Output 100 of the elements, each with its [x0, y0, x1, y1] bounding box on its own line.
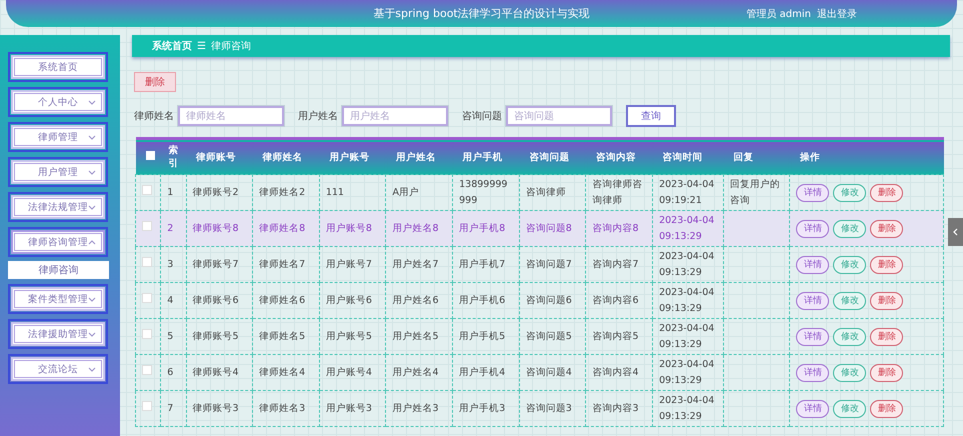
table-cell: 2023-04-04 09:13:29 — [659, 251, 714, 278]
detail-button[interactable]: 详情 — [796, 184, 830, 202]
sidebar-item[interactable]: 法律法规管理 — [11, 195, 105, 219]
input-field[interactable]: 律师姓名 — [178, 106, 284, 126]
table-cell: 2023-04-04 09:13:29 — [659, 323, 714, 350]
select-all-checkbox[interactable] — [146, 151, 154, 160]
table-cell: 1 — [167, 186, 174, 198]
logout-link[interactable]: 退出登录 — [817, 6, 857, 20]
detail-button[interactable]: 详情 — [796, 364, 830, 382]
delete-button[interactable]: 删除 — [870, 364, 904, 382]
column-header: 用户姓名 — [386, 138, 453, 174]
table-cell: 用户手机7 — [459, 258, 506, 270]
table-cell: 咨询问题3 — [526, 402, 572, 414]
edit-button[interactable]: 修改 — [833, 400, 866, 418]
edit-button[interactable]: 修改 — [833, 184, 866, 202]
detail-button[interactable]: 详情 — [796, 328, 830, 346]
row-checkbox[interactable] — [142, 400, 152, 411]
field-label: 律师姓名 — [134, 110, 174, 123]
input-field[interactable]: 用户姓名 — [342, 106, 448, 126]
table-cell: 律师姓名5 — [259, 330, 306, 342]
column-header: 用户账号 — [319, 138, 386, 174]
row-checkbox[interactable] — [142, 184, 152, 195]
edit-button[interactable]: 修改 — [833, 256, 866, 274]
detail-button[interactable]: 详情 — [796, 256, 830, 274]
delete-button[interactable]: 删除 — [870, 292, 904, 310]
sidebar-item[interactable]: 交流论坛 — [11, 357, 105, 381]
table-cell: 咨询内容7 — [592, 258, 638, 270]
table-cell: 律师账号2 — [192, 186, 239, 198]
sidebar-item[interactable]: 律师咨询管理 — [11, 230, 105, 254]
table-cell: 律师姓名4 — [259, 366, 306, 378]
table-cell: 咨询问题7 — [526, 258, 572, 270]
table-cell: 律师姓名7 — [259, 258, 306, 270]
sidebar-item[interactable]: 个人中心 — [11, 90, 105, 114]
breadcrumb-link[interactable]: 系统首页 — [152, 39, 192, 53]
delete-button[interactable]: 删除 — [134, 72, 176, 92]
table-cell: 咨询律师咨询律师 — [592, 179, 642, 206]
search-button[interactable]: 查询 — [626, 105, 676, 127]
table-cell: 律师账号4 — [192, 366, 239, 378]
table-cell: 律师账号8 — [192, 222, 239, 234]
sidebar-item[interactable]: 案件类型管理 — [11, 287, 105, 311]
chevron-down-icon — [88, 100, 96, 104]
column-header: 咨询问题 — [519, 138, 586, 174]
table-cell: 用户手机8 — [459, 222, 506, 234]
detail-button[interactable]: 详情 — [796, 292, 830, 310]
table-cell: 用户姓名8 — [392, 222, 439, 234]
delete-button[interactable]: 删除 — [870, 400, 904, 418]
column-header: 咨询内容 — [586, 138, 653, 174]
sidebar-subitem[interactable]: 律师咨询 — [8, 261, 109, 279]
delete-button[interactable]: 删除 — [870, 184, 904, 202]
sidebar-item[interactable]: 律师管理 — [11, 125, 105, 149]
sidebar-item[interactable]: 法律援助管理 — [11, 322, 105, 346]
table-cell: 律师账号7 — [192, 258, 239, 270]
table-cell: 2 — [167, 222, 174, 234]
column-header: 律师账号 — [186, 138, 253, 174]
table-cell: 咨询问题6 — [526, 294, 572, 306]
site-title: 基于spring boot法律学习平台的设计与实现 — [373, 6, 590, 21]
table-cell: 用户账号7 — [326, 258, 372, 270]
table-cell: 7 — [167, 402, 174, 414]
edit-button[interactable]: 修改 — [833, 220, 866, 238]
row-checkbox[interactable] — [142, 220, 152, 231]
chevron-down-icon — [88, 204, 96, 210]
input-field[interactable]: 咨询问题 — [506, 106, 612, 126]
table-cell: 咨询律师 — [526, 186, 566, 198]
table-cell: 用户姓名7 — [392, 258, 439, 270]
table-cell: 用户手机6 — [459, 294, 506, 306]
detail-button[interactable]: 详情 — [796, 220, 830, 238]
table-cell: 咨询内容5 — [592, 330, 638, 342]
table-cell: 咨询内容6 — [592, 294, 638, 306]
table-cell: 用户账号6 — [326, 294, 372, 306]
edit-button[interactable]: 修改 — [833, 364, 866, 382]
table-cell: 2023-04-04 09:13:29 — [659, 359, 714, 386]
row-checkbox[interactable] — [142, 364, 152, 375]
table-cell: 律师账号3 — [192, 402, 239, 414]
table-cell: 用户姓名3 — [392, 402, 439, 414]
table-cell: 回复用户的咨询 — [730, 179, 780, 206]
breadcrumb-current: 律师咨询 — [210, 40, 251, 53]
chevron-down-icon — [88, 134, 96, 140]
table-cell: 4 — [167, 294, 174, 306]
delete-button[interactable]: 删除 — [870, 220, 904, 238]
sidebar-item[interactable]: 系统首页 — [11, 55, 105, 79]
table-cell: 咨询问题8 — [526, 222, 572, 234]
chevron-up-icon — [88, 240, 96, 244]
row-checkbox[interactable] — [142, 328, 152, 339]
field-label: 用户姓名 — [298, 110, 338, 123]
table-cell: 5 — [167, 330, 174, 342]
collapse-handle[interactable] — [948, 218, 963, 246]
sidebar-item[interactable]: 用户管理 — [11, 160, 105, 184]
table-cell: 用户手机3 — [459, 402, 506, 414]
edit-button[interactable]: 修改 — [833, 292, 866, 310]
row-checkbox[interactable] — [142, 256, 152, 267]
table-cell: 用户姓名4 — [392, 366, 439, 378]
delete-button[interactable]: 删除 — [870, 328, 904, 346]
user-label: 管理员 admin — [746, 8, 811, 20]
table-cell: 6 — [167, 366, 174, 378]
chevron-left-icon — [953, 228, 958, 236]
breadcrumb-separator: ☰ — [197, 40, 206, 52]
row-checkbox[interactable] — [142, 292, 152, 303]
detail-button[interactable]: 详情 — [796, 400, 830, 418]
delete-button[interactable]: 删除 — [870, 256, 904, 274]
edit-button[interactable]: 修改 — [833, 328, 866, 346]
